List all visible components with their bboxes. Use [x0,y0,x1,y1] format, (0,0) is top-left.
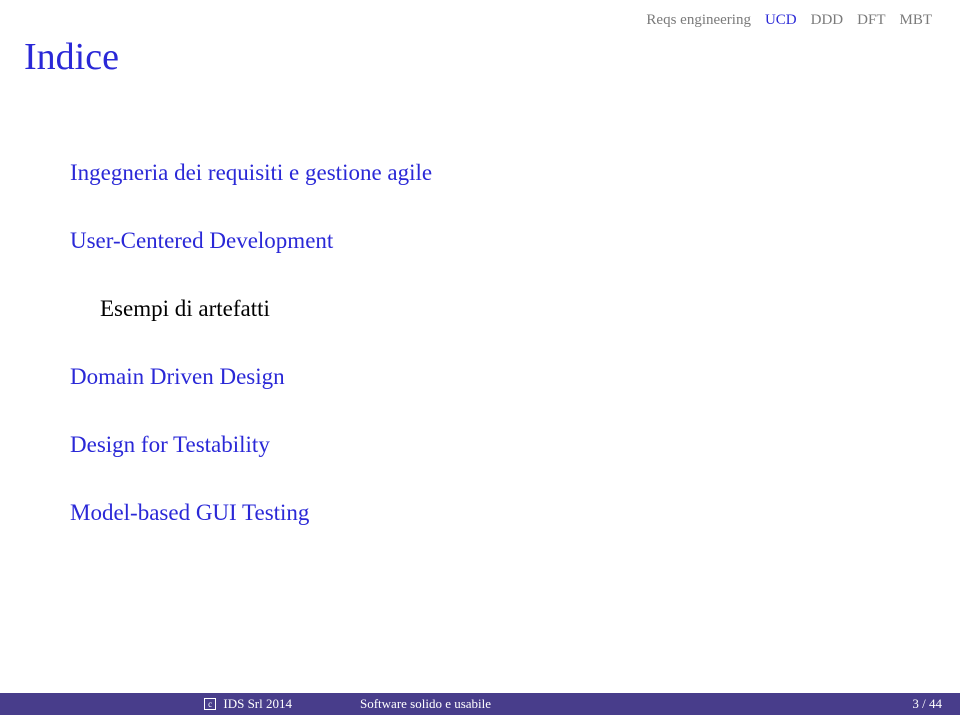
footer-page-number: 3 / 44 [870,696,960,712]
nav-item-mbt[interactable]: MBT [899,12,932,29]
toc-item[interactable]: Domain Driven Design [70,364,432,390]
nav-item-ddd[interactable]: DDD [811,12,844,29]
page-title: Indice [24,35,119,79]
nav-item-dft[interactable]: DFT [857,12,885,29]
breadcrumb-nav: Reqs engineering UCD DDD DFT MBT [646,12,932,29]
toc-content: Ingegneria dei requisiti e gestione agil… [70,160,432,568]
nav-item-ucd[interactable]: UCD [765,12,797,29]
nav-item-reqs[interactable]: Reqs engineering [646,12,751,29]
toc-item[interactable]: Ingegneria dei requisiti e gestione agil… [70,160,432,186]
toc-item[interactable]: Design for Testability [70,432,432,458]
footer-title: Software solido e usabile [330,696,870,712]
toc-subitem[interactable]: Esempi di artefatti [100,296,432,322]
footer-copyright: c IDS Srl 2014 [0,696,330,712]
toc-item[interactable]: User-Centered Development [70,228,432,254]
copyright-icon: c [204,698,216,710]
toc-item[interactable]: Model-based GUI Testing [70,500,432,526]
footer-bar: c IDS Srl 2014 Software solido e usabile… [0,693,960,715]
footer-company: IDS Srl 2014 [223,696,292,711]
